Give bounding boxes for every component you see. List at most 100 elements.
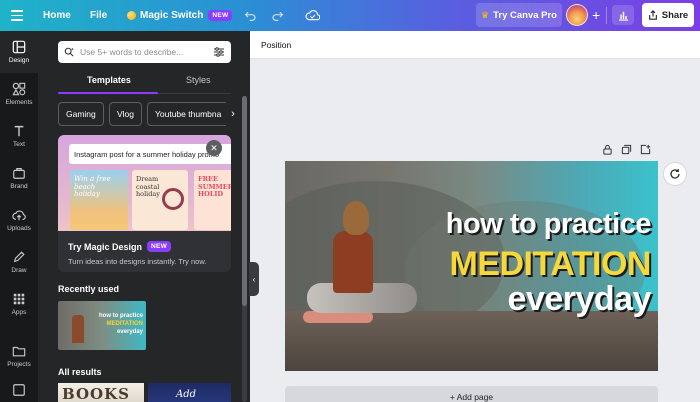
redo-icon[interactable] [271,0,284,31]
result-text: Add [176,389,197,400]
recently-used-heading: Recently used [58,284,120,294]
elements-icon [12,82,26,96]
left-rail: Design Elements Text Brand Uploads Draw … [0,31,38,402]
recent-thumbnail-text: how to practice MEDITATION everyday [99,312,143,336]
recent-line-2: MEDITATION [106,321,143,327]
person-body [333,231,373,293]
add-page-button[interactable]: + Add page [285,386,658,402]
tab-styles[interactable]: Styles [186,75,211,85]
chevron-right-icon[interactable]: › [226,102,240,126]
chip-vlog[interactable]: Vlog [109,102,142,126]
home-button[interactable]: Home [43,0,71,31]
duplicate-icon[interactable] [621,144,632,155]
collapse-panel-chevron-icon[interactable]: ‹ [249,262,259,296]
template-thumbnail: FREE SUMMER HOLID [194,170,231,230]
rail-item-more[interactable] [0,377,38,402]
undo-icon[interactable] [244,0,257,31]
lock-icon[interactable] [602,144,613,155]
panel-scrollbar[interactable] [242,96,247,402]
design-canvas[interactable]: how to practice MEDITATION everyday [285,161,658,371]
position-button[interactable]: Position [261,40,291,50]
add-page-icon[interactable] [640,144,651,155]
rail-item-uploads[interactable]: Uploads [0,199,38,241]
rail-item-projects[interactable]: Projects [0,335,38,377]
new-badge: NEW [147,241,172,252]
result-thumbnail[interactable]: BOOKS [58,383,144,402]
avatar[interactable] [566,4,588,26]
rail-label: Elements [5,99,33,106]
rail-label: Design [8,57,30,64]
rail-label: Apps [11,309,27,316]
rail-item-design[interactable]: Design [0,31,38,73]
top-bar: Home File Magic Switch NEW ♛ Try Canva P… [0,0,700,31]
filter-icon[interactable] [213,46,225,58]
recent-line-1: how to practice [98,313,143,319]
add-collaborator-icon[interactable]: + [592,7,600,23]
magic-switch-label: Magic Switch [140,10,204,21]
magic-design-subtitle: Turn ideas into designs instantly. Try n… [68,257,207,266]
rail-item-text[interactable]: Text [0,115,38,157]
result-thumbnail[interactable]: Add [148,383,231,402]
magic-design-title-text: Try Magic Design [68,241,143,252]
file-menu-button[interactable]: File [90,0,107,31]
rail-label: Draw [11,267,27,274]
tab-divider [158,92,231,94]
draw-icon [13,251,25,263]
thumbnail-figure [72,315,84,343]
chip-gaming[interactable]: Gaming [58,102,104,126]
design-panel: Use 5+ words to describe... Templates St… [38,31,250,402]
menu-icon[interactable] [10,0,24,31]
magic-switch-icon [127,11,136,20]
share-icon [648,10,657,20]
rail-label: Projects [7,361,31,368]
analytics-button[interactable] [612,5,634,25]
magic-switch-button[interactable]: Magic Switch NEW [127,0,233,31]
canvas-headline-line-2[interactable]: MEDITATION [450,247,652,281]
rail-item-elements[interactable]: Elements [0,73,38,115]
panel-tabs: Templates Styles [58,71,231,94]
page-tools [602,144,651,155]
design-icon [12,40,26,54]
rail-item-brand[interactable]: Brand [0,157,38,199]
try-canva-pro-button[interactable]: ♛ Try Canva Pro [476,3,562,27]
bar-chart-icon [618,11,628,21]
recent-line-3: everyday [116,329,143,335]
magic-design-title: Try Magic Design NEW [68,241,172,252]
text-icon [14,125,24,137]
search-placeholder: Use 5+ words to describe... [80,47,184,57]
result-text: BOOKS [62,385,130,402]
uploads-icon [12,210,26,221]
rail-item-draw[interactable]: Draw [0,241,38,283]
template-thumbnail: Dream coastal holiday [132,170,188,230]
share-label: Share [661,9,689,21]
context-toolbar: Position [250,31,700,59]
filter-chips: Gaming Vlog Youtube thumbna › [58,102,240,126]
tab-templates[interactable]: Templates [87,75,131,85]
brand-icon [13,168,25,179]
recent-design-thumbnail[interactable]: how to practice MEDITATION everyday [58,301,146,350]
divider [606,7,607,24]
thumbnail-text: FREE SUMMER HOLID [198,175,231,198]
magic-design-preview: Instagram post for a summer holiday prom… [58,135,231,231]
rail-label: Uploads [7,225,31,232]
rail-label: Text [13,141,25,148]
share-button[interactable]: Share [642,3,694,27]
all-results-heading: All results [58,367,102,377]
rail-item-apps[interactable]: Apps [0,283,38,325]
scrollbar-thumb[interactable] [242,96,247,306]
refresh-icon[interactable] [663,162,687,186]
crown-icon: ♛ [481,9,490,20]
cloud-save-icon[interactable] [305,0,320,31]
person-head [343,201,369,235]
canvas-headline-line-1[interactable]: how to practice [446,210,652,239]
thumbnail-decoration [162,188,184,210]
image-icon [13,384,25,396]
template-thumbnail: Win a free beach holiday [70,170,128,230]
close-icon[interactable]: ✕ [206,140,222,156]
canvas-headline-line-3[interactable]: everyday [508,282,652,316]
search-input[interactable]: Use 5+ words to describe... [58,41,231,63]
magic-design-card[interactable]: Instagram post for a summer holiday prom… [58,135,231,272]
new-badge: NEW [208,10,233,21]
magic-search-icon [64,47,74,57]
chip-youtube-thumbnail[interactable]: Youtube thumbna [147,102,233,126]
